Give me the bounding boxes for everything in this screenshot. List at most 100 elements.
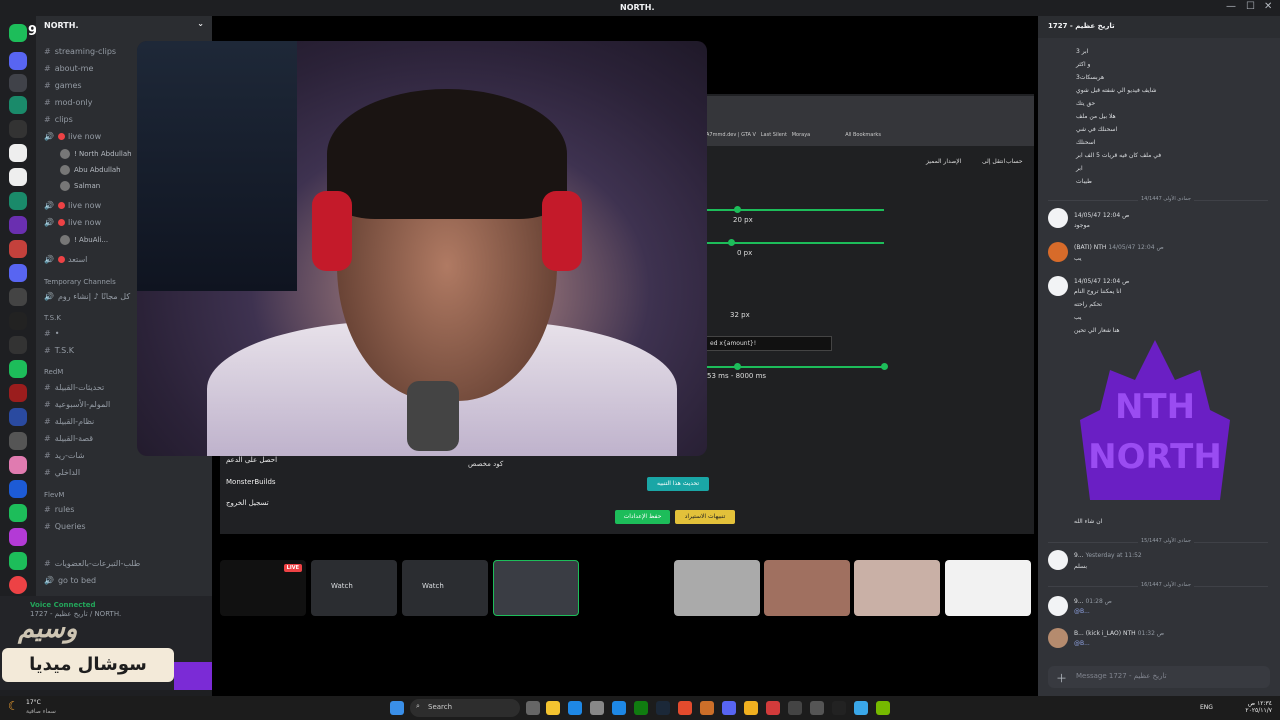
save-settings-button[interactable]: حفظ الإعدادات xyxy=(615,510,670,524)
channel-about-me[interactable]: # about-me xyxy=(44,63,93,75)
server-icon[interactable] xyxy=(9,312,27,330)
category-redm[interactable]: RedM xyxy=(44,368,63,376)
message-input[interactable]: Message 1727 - تاريخ عظيم xyxy=(1048,666,1270,688)
server-icon[interactable] xyxy=(9,216,27,234)
category-tsk[interactable]: T.S.K xyxy=(44,314,61,322)
channel-redm-5[interactable]: # شات-ريد xyxy=(44,450,85,462)
stream-tile[interactable]: Watch xyxy=(311,560,397,616)
message-author[interactable]: B... (kick i_LAO) NTH 01:32 ص xyxy=(1074,630,1164,637)
channel-temp-create[interactable]: 🔊 كل مجانًا ♪ إنشاء روم xyxy=(44,291,130,303)
voice-channel-live-now-3[interactable]: 🔊 live now xyxy=(44,217,101,229)
participant-tile[interactable] xyxy=(674,560,760,616)
channel-redm-4[interactable]: # قصة-القبيلة xyxy=(44,433,93,445)
channel-redm-2[interactable]: # المولم-الأسبوعية xyxy=(44,399,110,411)
avatar[interactable] xyxy=(1048,208,1068,228)
edge-icon[interactable] xyxy=(568,701,582,715)
voice-channel-live-now[interactable]: 🔊 live now xyxy=(44,131,101,143)
server-icon[interactable] xyxy=(9,192,27,210)
mention[interactable]: @B... xyxy=(1074,608,1090,615)
bookmark-item[interactable]: Last Silent xyxy=(761,132,787,138)
file-explorer-icon[interactable] xyxy=(546,701,560,715)
guild-header[interactable]: NORTH. ⌄ xyxy=(36,16,212,38)
message-template-input[interactable]: ed x{amount}! xyxy=(706,336,832,351)
import-alerts-button[interactable]: تنبيهات الاستيراد xyxy=(675,510,735,524)
voice-user[interactable]: ! North Abdullah xyxy=(60,149,132,159)
weather-temp[interactable]: 17°C xyxy=(26,699,41,706)
server-icon[interactable] xyxy=(9,384,27,402)
server-icon[interactable] xyxy=(9,288,27,306)
slider-track[interactable] xyxy=(706,209,884,211)
app-icon[interactable] xyxy=(810,701,824,715)
stream-tile[interactable]: LIVE xyxy=(220,560,306,616)
participant-tile[interactable] xyxy=(584,560,670,616)
voice-channel-live-now-2[interactable]: 🔊 live now xyxy=(44,200,101,212)
message-author[interactable]: 9... 01:28 ص xyxy=(1074,598,1112,605)
channel-redm-3[interactable]: # نظام-القبيلة xyxy=(44,416,94,428)
server-icon[interactable] xyxy=(9,240,27,258)
voice-user[interactable]: ! AbuAli... xyxy=(60,235,108,245)
voice-user[interactable]: Abu Abdullah xyxy=(60,165,121,175)
server-icon[interactable] xyxy=(9,552,27,570)
menu-logout[interactable]: تسجيل الخروج xyxy=(226,499,269,507)
channel-games[interactable]: # games xyxy=(44,80,82,92)
app-icon[interactable] xyxy=(744,701,758,715)
server-icon[interactable] xyxy=(9,528,27,546)
participant-tile[interactable] xyxy=(493,560,579,616)
minimize-button[interactable]: — xyxy=(1226,1,1236,12)
add-attachment-icon[interactable]: ＋ xyxy=(1056,670,1067,686)
chevron-down-icon[interactable]: ⌄ xyxy=(197,19,204,28)
server-icon[interactable] xyxy=(9,144,27,162)
server-icon[interactable] xyxy=(9,408,27,426)
mention[interactable]: @B... xyxy=(1074,640,1090,647)
server-icon[interactable] xyxy=(9,456,27,474)
app-icon[interactable] xyxy=(766,701,780,715)
nav-account[interactable]: حساب xyxy=(1006,158,1023,165)
server-icon[interactable] xyxy=(9,360,27,378)
discord-icon[interactable] xyxy=(722,701,736,715)
slider-handle[interactable] xyxy=(734,206,741,213)
avatar[interactable] xyxy=(1048,276,1068,296)
update-alert-button[interactable]: تحديث هذا التنبيه xyxy=(647,477,709,491)
server-icon[interactable] xyxy=(9,120,27,138)
server-icon[interactable] xyxy=(9,168,27,186)
menu-monsterbuilds[interactable]: MonsterBuilds xyxy=(226,478,276,486)
close-button[interactable]: ✕ xyxy=(1264,1,1272,12)
new-server-icon[interactable] xyxy=(9,576,27,594)
nav-goto[interactable]: انتقل إلى xyxy=(982,158,1005,165)
watch-button[interactable]: Watch xyxy=(422,582,444,590)
server-icon[interactable] xyxy=(9,432,27,450)
channel-mod-only[interactable]: # mod-only xyxy=(44,97,92,109)
avatar[interactable] xyxy=(1048,242,1068,262)
language-indicator[interactable]: ENG xyxy=(1200,704,1213,711)
brave-icon[interactable] xyxy=(678,701,692,715)
message-author[interactable]: (BATI) NTH 14/05/47 12:04 ص xyxy=(1074,244,1164,251)
xbox-icon[interactable] xyxy=(634,701,648,715)
avatar[interactable] xyxy=(1048,628,1068,648)
channel-redm-6[interactable]: # الداخلي xyxy=(44,467,80,479)
range-slider-track[interactable] xyxy=(706,366,886,368)
nav-premium[interactable]: الإصدار المميز xyxy=(926,158,961,165)
clock[interactable]: ١٢:٣٤ ص ٢٠٢٥/١١/٧ xyxy=(1245,700,1272,714)
participant-tile[interactable] xyxy=(854,560,940,616)
channel-clips[interactable]: # clips xyxy=(44,114,73,126)
watch-button[interactable]: Watch xyxy=(331,582,353,590)
server-icon[interactable] xyxy=(9,480,27,498)
server-icon[interactable] xyxy=(9,74,27,92)
channel-donations[interactable]: # طلب-التبرعات-بالعضويات xyxy=(44,558,140,570)
voice-channel-ar[interactable]: 🔊 استعد xyxy=(44,254,87,266)
channel-tsk-2[interactable]: # T.S.K xyxy=(44,345,74,357)
server-icon[interactable] xyxy=(9,264,27,282)
steam-icon[interactable] xyxy=(656,701,670,715)
bookmark-item[interactable]: All Bookmarks xyxy=(845,132,881,138)
category-flevm[interactable]: FlevM xyxy=(44,491,64,499)
bookmark-item[interactable]: A7mmd.dev | GTA V xyxy=(706,132,756,138)
home-icon[interactable] xyxy=(9,24,27,42)
maximize-button[interactable]: ☐ xyxy=(1246,1,1255,12)
bookmark-item[interactable]: Moraya xyxy=(792,132,811,138)
task-view-icon[interactable] xyxy=(526,701,540,715)
category-temporary[interactable]: Temporary Channels xyxy=(44,278,116,286)
voice-channel-go-to-bed[interactable]: 🔊 go to bed xyxy=(44,575,96,587)
taskbar-search[interactable]: ⌕ Search xyxy=(410,699,520,717)
slider-handle[interactable] xyxy=(728,239,735,246)
range-handle-min[interactable] xyxy=(734,363,741,370)
